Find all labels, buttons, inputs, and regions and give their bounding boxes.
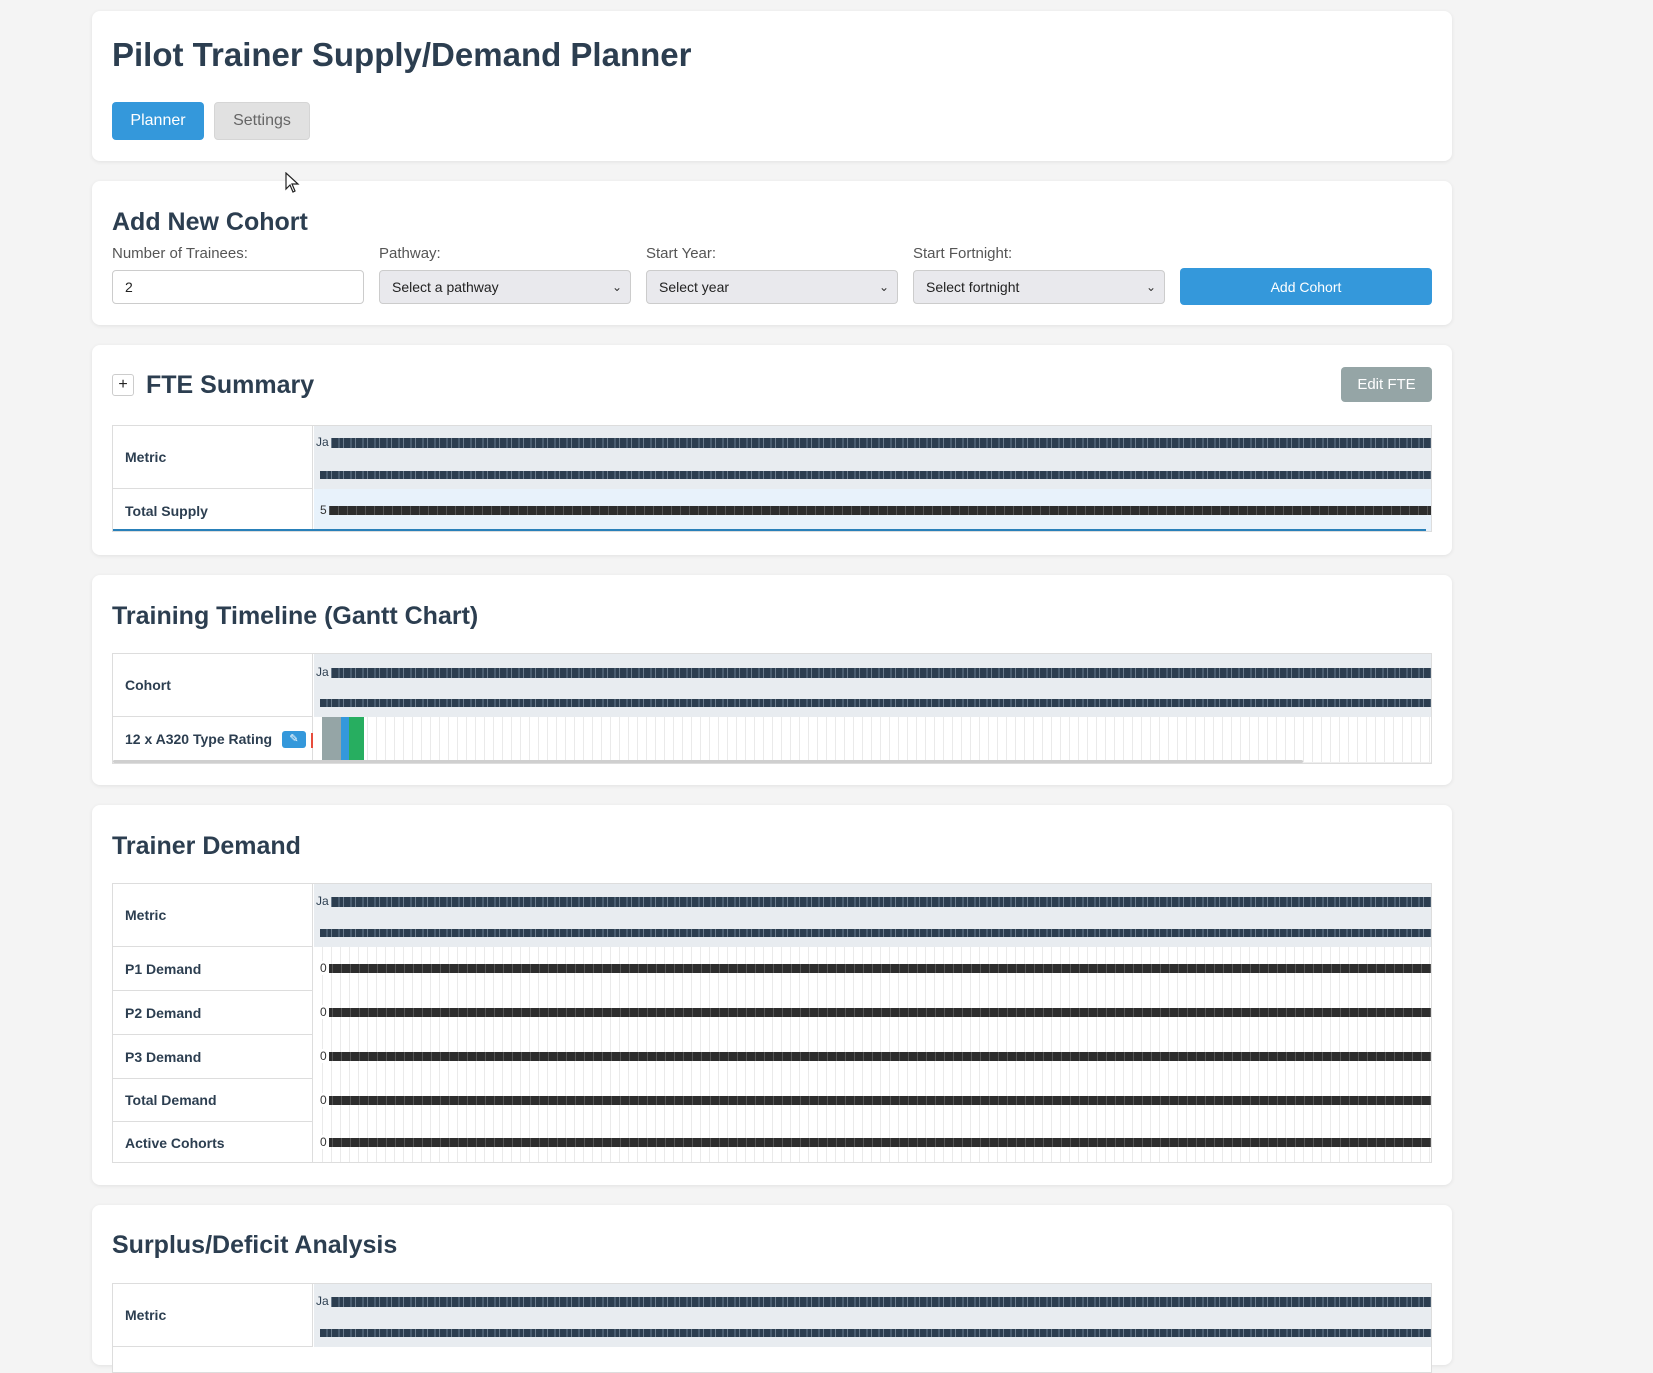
active-cohorts-value: 0 <box>320 1135 329 1149</box>
pathway-select-value: Select a pathway <box>392 279 499 295</box>
total-demand-label: Total Demand <box>113 1079 313 1122</box>
p1-demand-value: 0 <box>320 961 329 975</box>
p3-demand-row: 0 <box>314 1035 1431 1080</box>
tab-planner[interactable]: Planner <box>112 102 204 140</box>
chevron-down-icon: ⌄ <box>878 280 889 294</box>
gantt-title: Training Timeline (Gantt Chart) <box>112 602 479 630</box>
timeline-header: Ja <box>314 1284 1431 1347</box>
header-card: Pilot Trainer Supply/Demand Planner Plan… <box>92 11 1452 161</box>
total-demand-value: 0 <box>320 1092 329 1107</box>
gantt-bar-simulator[interactable] <box>341 717 349 762</box>
p3-demand-label: P3 Demand <box>113 1035 313 1079</box>
p1-demand-label: P1 Demand <box>113 947 313 991</box>
pencil-icon[interactable]: ✎ <box>282 731 306 748</box>
add-cohort-title: Add New Cohort <box>112 208 308 236</box>
year-select[interactable]: Select year ⌄ <box>646 270 898 304</box>
total-demand-row: 0 <box>314 1079 1431 1123</box>
total-demand-values-strip <box>327 1095 1431 1105</box>
fortnight-select-value: Select fortnight <box>926 279 1020 295</box>
pathway-label: Pathway: <box>379 245 441 262</box>
add-cohort-card: Add New Cohort Number of Trainees: 2 Pat… <box>92 181 1452 325</box>
horizontal-scrollbar[interactable] <box>113 760 1303 763</box>
total-supply-value: 5 <box>320 503 329 517</box>
active-cohorts-values-strip <box>327 1138 1431 1147</box>
gantt-bar-line-training[interactable] <box>349 717 364 762</box>
cohort-name: 12 x A320 Type Rating <box>125 731 273 747</box>
chevron-down-icon: ⌄ <box>611 280 622 294</box>
timeline-header: Ja <box>314 426 1431 489</box>
cohort-header: Cohort <box>113 654 313 717</box>
fortnight-labels <box>320 471 1431 479</box>
active-cohorts-label: Active Cohorts <box>113 1122 313 1162</box>
fortnight-labels <box>320 1329 1431 1337</box>
month-labels: Ja <box>316 435 1431 449</box>
chevron-down-icon: ⌄ <box>1145 280 1156 294</box>
surplus-deficit-card: Surplus/Deficit Analysis Metric Ja <box>92 1205 1452 1373</box>
month-labels: Ja <box>316 665 1431 679</box>
fte-summary-card: + FTE Summary Edit FTE Metric Ja Total S… <box>92 345 1452 555</box>
cohort-gantt-row <box>314 717 1431 763</box>
cohort-row-label: 12 x A320 Type Rating ✎ <box>113 717 313 762</box>
total-supply-values-strip <box>324 506 1431 515</box>
trainees-label: Number of Trainees: <box>112 245 248 262</box>
fte-summary-title: FTE Summary <box>146 371 315 399</box>
trainer-demand-card: Trainer Demand Metric Ja P1 Demand 0 P2 … <box>92 805 1452 1185</box>
surplus-deficit-title: Surplus/Deficit Analysis <box>112 1231 398 1259</box>
gantt-bar-ground-school[interactable] <box>322 717 341 762</box>
add-cohort-button[interactable]: Add Cohort <box>1180 268 1432 305</box>
month-labels: Ja <box>316 1294 1431 1308</box>
metric-header: Metric <box>113 884 313 947</box>
p3-demand-values-strip <box>327 1052 1431 1061</box>
active-cohorts-row: 0 <box>314 1122 1431 1162</box>
timeline-header: Ja <box>314 654 1431 717</box>
mouse-cursor-icon <box>285 172 300 193</box>
trainees-input[interactable]: 2 <box>112 270 364 304</box>
page-title: Pilot Trainer Supply/Demand Planner <box>112 36 692 73</box>
expand-toggle-button[interactable]: + <box>112 374 134 396</box>
gantt-table: Cohort Ja 12 x A320 Type Rating ✎ <box>112 653 1432 764</box>
surplus-deficit-table: Metric Ja <box>112 1283 1432 1373</box>
fte-summary-table: Metric Ja Total Supply 5 <box>112 425 1432 532</box>
p2-demand-value: 0 <box>320 1005 329 1019</box>
fortnight-labels <box>320 929 1431 937</box>
total-supply-label: Total Supply <box>113 489 313 531</box>
pathway-select[interactable]: Select a pathway ⌄ <box>379 270 631 304</box>
p1-demand-values-strip <box>327 964 1431 973</box>
trainer-demand-title: Trainer Demand <box>112 832 301 860</box>
trainer-demand-table: Metric Ja P1 Demand 0 P2 Demand 0 P3 Dem… <box>112 883 1432 1163</box>
month-labels: Ja <box>316 894 1431 908</box>
selected-row-underline <box>113 529 1426 531</box>
metric-header: Metric <box>113 426 313 489</box>
year-label: Start Year: <box>646 245 717 262</box>
metric-header: Metric <box>113 1284 313 1347</box>
p3-demand-value: 0 <box>320 1049 329 1063</box>
total-supply-row: 5 <box>314 489 1431 531</box>
p2-demand-values-strip <box>327 1008 1431 1017</box>
year-select-value: Select year <box>659 279 730 295</box>
timeline-header: Ja <box>314 884 1431 947</box>
p2-demand-label: P2 Demand <box>113 991 313 1035</box>
fortnight-select[interactable]: Select fortnight ⌄ <box>913 270 1165 304</box>
p1-demand-row: 0 <box>314 947 1431 992</box>
fortnight-labels <box>320 699 1431 707</box>
tab-settings[interactable]: Settings <box>214 102 310 140</box>
delete-marker[interactable] <box>311 733 313 748</box>
edit-fte-button[interactable]: Edit FTE <box>1341 367 1432 402</box>
fortnight-label: Start Fortnight: <box>913 245 1013 262</box>
p2-demand-row: 0 <box>314 991 1431 1036</box>
gantt-card: Training Timeline (Gantt Chart) Cohort J… <box>92 575 1452 785</box>
